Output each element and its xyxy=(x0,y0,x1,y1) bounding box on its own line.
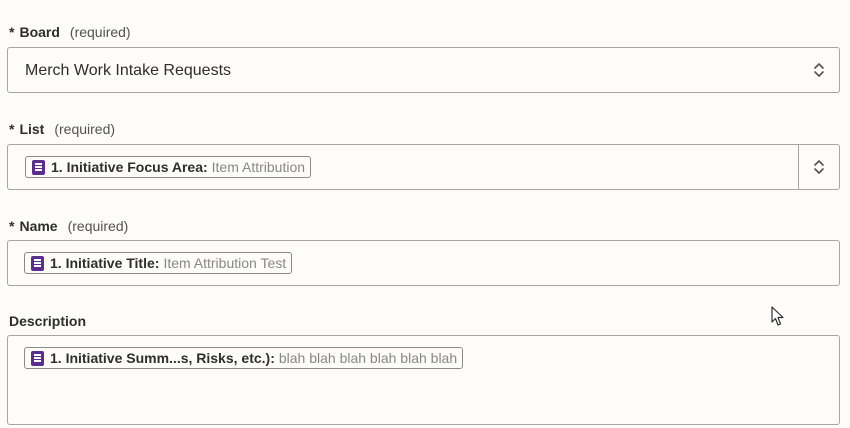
pill-field-key: 1. Initiative Title: xyxy=(50,255,160,271)
pill-field-value: Item Attribution xyxy=(211,159,306,175)
description-mapped-field-pill[interactable]: 1. Initiative Summ...s, Risks, etc.): bl… xyxy=(24,347,464,369)
name-input[interactable]: 1. Initiative Title: Item Attribution Te… xyxy=(7,240,840,286)
board-select[interactable]: Merch Work Intake Requests xyxy=(7,47,840,93)
pill-field-key: 1. Initiative Summ...s, Risks, etc.): xyxy=(50,350,275,366)
description-field-label: Description xyxy=(9,312,86,330)
board-selected-value: Merch Work Intake Requests xyxy=(25,62,232,79)
list-mapped-field-pill[interactable]: 1. Initiative Focus Area: Item Attributi… xyxy=(25,156,312,178)
form-icon xyxy=(31,255,44,271)
form-page: * Board (required) Merch Work Intake Reque… xyxy=(0,0,850,428)
board-stepper[interactable] xyxy=(799,48,839,92)
required-marker: * xyxy=(9,121,15,137)
board-field-label: * Board (required) xyxy=(9,23,131,41)
description-textarea[interactable]: 1. Initiative Summ...s, Risks, etc.): bl… xyxy=(7,335,840,425)
board-label: Board xyxy=(19,24,60,40)
required-marker: * xyxy=(9,218,15,234)
description-label: Description xyxy=(9,313,87,329)
pill-field-key: 1. Initiative Focus Area: xyxy=(51,159,208,175)
pill-field-value: blah blah blah blah blah blah xyxy=(278,350,458,366)
mouse-pointer-icon xyxy=(771,306,784,326)
required-text: (required) xyxy=(69,24,131,40)
list-select[interactable]: 1. Initiative Focus Area: Item Attributi… xyxy=(7,144,840,190)
required-text: (required) xyxy=(67,218,129,234)
form-icon xyxy=(32,159,45,175)
list-stepper[interactable] xyxy=(798,145,839,189)
list-label: List xyxy=(19,121,45,137)
name-mapped-field-pill[interactable]: 1. Initiative Title: Item Attribution Te… xyxy=(24,252,293,274)
name-label: Name xyxy=(19,218,58,234)
required-marker: * xyxy=(9,24,15,40)
chevron-up-down-icon xyxy=(814,63,824,77)
form-icon xyxy=(31,350,44,366)
pill-field-value: Item Attribution Test xyxy=(163,255,287,271)
name-field-label: * Name (required) xyxy=(9,217,128,235)
list-field-label: * List (required) xyxy=(9,120,115,138)
chevron-up-down-icon xyxy=(814,160,824,174)
required-text: (required) xyxy=(54,121,116,137)
